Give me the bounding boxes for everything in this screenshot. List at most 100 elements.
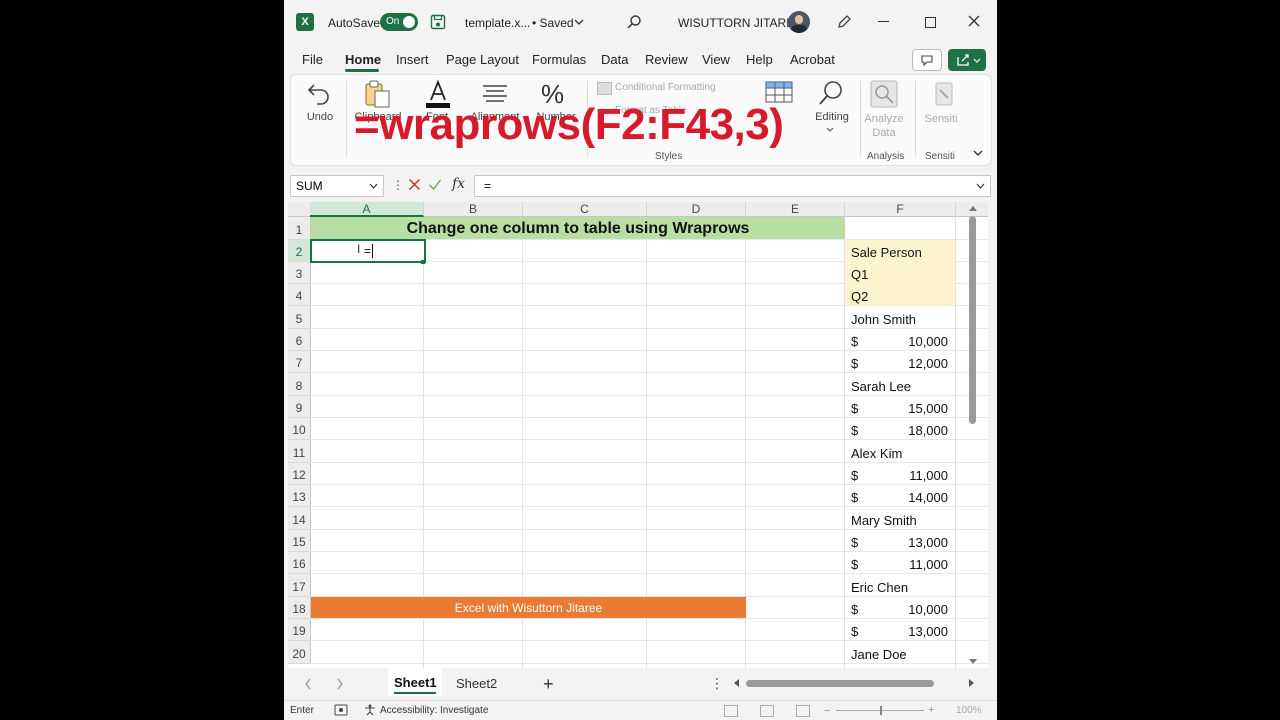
more-options-icon[interactable]: ⋮: [392, 178, 404, 192]
formula-input[interactable]: =: [474, 175, 991, 197]
undo-icon[interactable]: [305, 79, 333, 107]
chevron-right-icon[interactable]: [336, 678, 344, 690]
zoom-slider-thumb[interactable]: [880, 706, 882, 715]
menu-help[interactable]: Help: [746, 52, 773, 67]
sensitivity-icon[interactable]: [933, 81, 955, 107]
normal-view-icon[interactable]: [724, 705, 738, 717]
editing-search-icon[interactable]: [817, 79, 845, 107]
row-header-5[interactable]: 5: [288, 306, 311, 329]
row-header-13[interactable]: 13: [288, 485, 311, 507]
file-name[interactable]: template.x...: [465, 16, 530, 30]
cancel-icon[interactable]: [408, 178, 421, 191]
row-header-3[interactable]: 3: [288, 262, 311, 284]
column-header-a[interactable]: A: [310, 202, 424, 217]
cell-f8[interactable]: Sarah Lee: [845, 373, 955, 395]
chevron-down-icon[interactable]: [369, 183, 378, 190]
cell-f4[interactable]: Q2: [845, 284, 955, 306]
insert-function-icon[interactable]: fx: [452, 176, 465, 192]
row-header-9[interactable]: 9: [288, 396, 311, 418]
banner-cell[interactable]: Excel with Wisuttorn Jitaree: [311, 597, 746, 618]
cell-f13[interactable]: $14,000: [845, 485, 955, 507]
analyze-data-icon[interactable]: [869, 79, 899, 109]
column-header-b[interactable]: B: [424, 202, 523, 217]
cell-f5[interactable]: John Smith: [845, 306, 955, 328]
pen-icon[interactable]: [836, 14, 852, 30]
row-header-19[interactable]: 19: [288, 619, 311, 641]
zoom-out-icon[interactable]: −: [824, 705, 830, 717]
sheet-tab-sheet2[interactable]: Sheet2: [456, 676, 497, 691]
cell-f11[interactable]: Alex Kim: [845, 440, 955, 462]
row-header-12[interactable]: 12: [288, 463, 311, 485]
cell-f14[interactable]: Mary Smith: [845, 507, 955, 529]
sheet-tab-sheet1[interactable]: Sheet1: [388, 668, 442, 696]
cell-f19[interactable]: $13,000: [845, 619, 955, 641]
row-header-18[interactable]: 18: [288, 597, 311, 619]
page-layout-view-icon[interactable]: [760, 705, 774, 717]
cell-f2[interactable]: Sale Person: [845, 240, 955, 262]
conditional-formatting-label[interactable]: Conditional Formatting: [615, 82, 716, 93]
menu-review[interactable]: Review: [645, 52, 688, 67]
chevron-left-icon[interactable]: [304, 678, 312, 690]
more-sheet-options-icon[interactable]: ⋮: [710, 675, 724, 692]
row-header-2[interactable]: 2: [288, 240, 311, 262]
enter-check-icon[interactable]: [428, 178, 442, 191]
chevron-down-icon[interactable]: [574, 18, 584, 26]
zoom-in-icon[interactable]: +: [928, 704, 934, 716]
add-sheet-icon[interactable]: +: [543, 674, 554, 695]
cell-f3[interactable]: Q1: [845, 262, 955, 284]
row-header-10[interactable]: 10: [288, 418, 311, 440]
hscroll-right-arrow-icon[interactable]: [968, 678, 976, 688]
row-header-7[interactable]: 7: [288, 351, 311, 373]
cell-f17[interactable]: Eric Chen: [845, 574, 955, 596]
column-header-c[interactable]: C: [523, 202, 647, 217]
analyze-data-label-1[interactable]: Analyze: [859, 113, 909, 125]
cell-f9[interactable]: $15,000: [845, 396, 955, 418]
comments-button[interactable]: [912, 49, 942, 71]
maximize-icon[interactable]: [925, 17, 936, 28]
name-box[interactable]: SUM: [290, 175, 384, 197]
row-header-4[interactable]: 4: [288, 284, 311, 306]
accessibility-icon[interactable]: [364, 704, 376, 716]
hscroll-left-arrow-icon[interactable]: [732, 678, 740, 688]
row-header-8[interactable]: 8: [288, 373, 311, 396]
chevron-down-icon[interactable]: [826, 127, 834, 133]
menu-home[interactable]: Home: [345, 52, 381, 67]
column-header-f[interactable]: F: [845, 202, 956, 217]
chevron-down-icon[interactable]: [976, 183, 985, 190]
column-header-e[interactable]: E: [746, 202, 845, 217]
save-icon[interactable]: [430, 14, 446, 30]
row-header-6[interactable]: 6: [288, 329, 311, 351]
menu-acrobat[interactable]: Acrobat: [790, 52, 835, 67]
analyze-data-label-2[interactable]: Data: [859, 127, 909, 139]
cell-f7[interactable]: $12,000: [845, 351, 955, 373]
avatar[interactable]: [788, 11, 810, 33]
zoom-level[interactable]: 100%: [956, 705, 982, 716]
conditional-formatting-icon[interactable]: [597, 82, 612, 95]
menu-page-layout[interactable]: Page Layout: [446, 52, 519, 67]
cell-f18[interactable]: $10,000: [845, 597, 955, 619]
sensitivity-label[interactable]: Sensiti: [923, 113, 959, 125]
cell-f10[interactable]: $18,000: [845, 418, 955, 440]
row-header-15[interactable]: 15: [288, 530, 311, 552]
horizontal-scrollbar-thumb[interactable]: [746, 680, 934, 687]
row-header-11[interactable]: 11: [288, 440, 311, 463]
cell-f6[interactable]: $10,000: [845, 329, 955, 351]
close-icon[interactable]: [968, 15, 980, 27]
menu-file[interactable]: File: [302, 52, 323, 67]
menu-view[interactable]: View: [702, 52, 730, 67]
row-header-16[interactable]: 16: [288, 552, 311, 574]
title-cell[interactable]: Change one column to table using Wraprow…: [311, 217, 845, 239]
menu-data[interactable]: Data: [601, 52, 628, 67]
select-all-corner[interactable]: [288, 202, 311, 217]
minimize-icon[interactable]: [878, 21, 889, 22]
macro-record-icon[interactable]: [334, 704, 348, 716]
menu-formulas[interactable]: Formulas: [532, 52, 586, 67]
cell-f16[interactable]: $11,000: [845, 552, 955, 574]
cell-f20[interactable]: Jane Doe: [845, 641, 955, 663]
page-break-view-icon[interactable]: [796, 705, 810, 717]
spreadsheet-grid[interactable]: A B C D E F 1 2 3 4 5 6 7 8 9 10 11 12 1…: [288, 202, 988, 668]
menu-insert[interactable]: Insert: [396, 52, 429, 67]
row-header-14[interactable]: 14: [288, 507, 311, 530]
fill-handle[interactable]: [421, 260, 425, 264]
cell-f15[interactable]: $13,000: [845, 530, 955, 552]
